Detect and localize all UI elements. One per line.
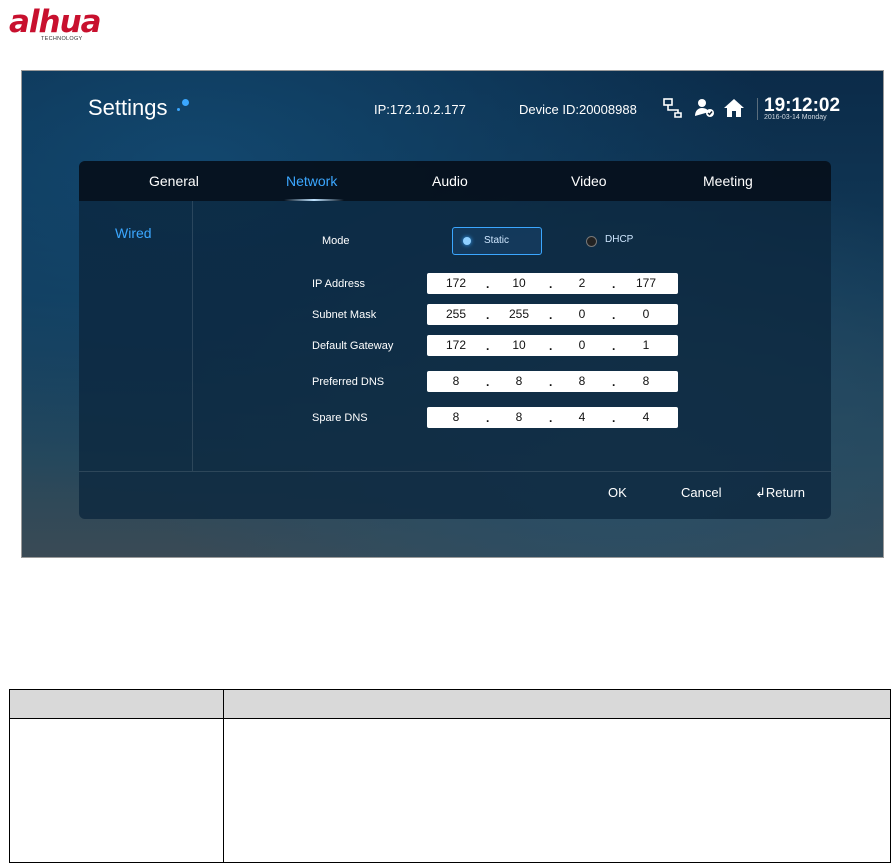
ip-octet[interactable]: 8 bbox=[497, 410, 541, 424]
default-gateway-field[interactable]: 172 . 10 . 0 . 1 bbox=[427, 335, 678, 356]
page-title: Settings bbox=[88, 95, 168, 120]
ip-octet[interactable]: 10 bbox=[497, 276, 541, 290]
ip-separator: . bbox=[612, 277, 616, 291]
ip-octet[interactable]: 4 bbox=[560, 410, 604, 424]
ip-separator: . bbox=[486, 375, 490, 389]
ip-octet[interactable]: 255 bbox=[497, 307, 541, 321]
title-dot-small-icon bbox=[177, 108, 180, 111]
tab-video[interactable]: Video bbox=[571, 173, 607, 189]
ip-address-label: IP Address bbox=[312, 278, 365, 290]
clock-date: 2016-03-14 Monday bbox=[764, 114, 827, 121]
subnet-mask-label: Subnet Mask bbox=[312, 309, 377, 321]
doc-table bbox=[9, 689, 891, 863]
ip-separator: . bbox=[549, 375, 553, 389]
ip-octet[interactable]: 172 bbox=[434, 276, 478, 290]
cancel-button[interactable]: Cancel bbox=[681, 485, 721, 500]
user-check-icon[interactable] bbox=[694, 97, 716, 119]
ip-octet[interactable]: 8 bbox=[434, 410, 478, 424]
settings-panel: General Network Audio Video Meeting Wire… bbox=[79, 161, 831, 519]
mode-dhcp-label[interactable]: DHCP bbox=[605, 234, 633, 245]
ip-octet[interactable]: 0 bbox=[560, 338, 604, 352]
ip-octet[interactable]: 10 bbox=[497, 338, 541, 352]
return-button[interactable]: ↲Return bbox=[755, 485, 805, 501]
default-gateway-label: Default Gateway bbox=[312, 340, 394, 352]
ip-separator: . bbox=[549, 339, 553, 353]
sidebar: Wired bbox=[79, 201, 193, 471]
mode-dhcp-radio[interactable] bbox=[586, 236, 597, 247]
ip-separator: . bbox=[612, 339, 616, 353]
logo-wordmark: alhua bbox=[9, 4, 102, 40]
table-header-row bbox=[10, 690, 890, 719]
return-icon: ↲ bbox=[755, 485, 766, 500]
tab-meeting[interactable]: Meeting bbox=[703, 173, 753, 189]
ip-separator: . bbox=[612, 308, 616, 322]
ip-octet[interactable]: 8 bbox=[497, 374, 541, 388]
ip-separator: . bbox=[549, 411, 553, 425]
settings-screen: Settings IP:172.10.2.177 Device ID:20008… bbox=[21, 70, 884, 558]
ip-octet[interactable]: 2 bbox=[560, 276, 604, 290]
ip-octet[interactable]: 177 bbox=[624, 276, 668, 290]
network-icon[interactable] bbox=[662, 97, 684, 119]
ip-octet[interactable]: 8 bbox=[434, 374, 478, 388]
device-id-status: Device ID:20008988 bbox=[519, 102, 637, 117]
sidebar-item-wired[interactable]: Wired bbox=[115, 225, 152, 241]
ip-separator: . bbox=[549, 277, 553, 291]
ip-octet[interactable]: 4 bbox=[624, 410, 668, 424]
preferred-dns-field[interactable]: 8 . 8 . 8 . 8 bbox=[427, 371, 678, 392]
tab-bar: General Network Audio Video Meeting bbox=[79, 161, 831, 201]
home-icon[interactable] bbox=[723, 97, 745, 119]
active-tab-indicator bbox=[284, 199, 344, 201]
mode-static-label: Static bbox=[484, 235, 510, 246]
ip-octet[interactable]: 255 bbox=[434, 307, 478, 321]
return-label: Return bbox=[765, 485, 805, 500]
ip-separator: . bbox=[612, 375, 616, 389]
ip-separator: . bbox=[486, 411, 490, 425]
spare-dns-field[interactable]: 8 . 8 . 4 . 4 bbox=[427, 407, 678, 428]
ip-separator: . bbox=[486, 339, 490, 353]
ip-separator: . bbox=[612, 411, 616, 425]
ip-status: IP:172.10.2.177 bbox=[374, 102, 466, 117]
title-dot-icon bbox=[182, 99, 189, 106]
table-column-divider bbox=[223, 690, 224, 862]
ip-octet[interactable]: 1 bbox=[624, 338, 668, 352]
spare-dns-label: Spare DNS bbox=[312, 412, 368, 424]
ip-separator: . bbox=[549, 308, 553, 322]
logo-subtitle: TECHNOLOGY bbox=[41, 36, 83, 42]
ip-octet[interactable]: 8 bbox=[624, 374, 668, 388]
ip-octet[interactable]: 0 bbox=[624, 307, 668, 321]
tab-audio[interactable]: Audio bbox=[432, 173, 468, 189]
ip-address-field[interactable]: 172 . 10 . 2 . 177 bbox=[427, 273, 678, 294]
header-divider bbox=[757, 98, 758, 120]
radio-selected-icon bbox=[463, 237, 471, 245]
preferred-dns-label: Preferred DNS bbox=[312, 376, 385, 388]
tab-network[interactable]: Network bbox=[286, 173, 337, 189]
ip-separator: . bbox=[486, 277, 490, 291]
subnet-mask-field[interactable]: 255 . 255 . 0 . 0 bbox=[427, 304, 678, 325]
ip-octet[interactable]: 0 bbox=[560, 307, 604, 321]
mode-label: Mode bbox=[322, 235, 350, 247]
ip-octet[interactable]: 172 bbox=[434, 338, 478, 352]
ip-separator: . bbox=[486, 308, 490, 322]
dahua-logo: alhua TECHNOLOGY bbox=[9, 4, 129, 44]
ok-button[interactable]: OK bbox=[608, 485, 627, 500]
footer-divider bbox=[79, 471, 831, 472]
mode-static-option[interactable]: Static bbox=[452, 227, 542, 255]
ip-octet[interactable]: 8 bbox=[560, 374, 604, 388]
tab-general[interactable]: General bbox=[149, 173, 199, 189]
